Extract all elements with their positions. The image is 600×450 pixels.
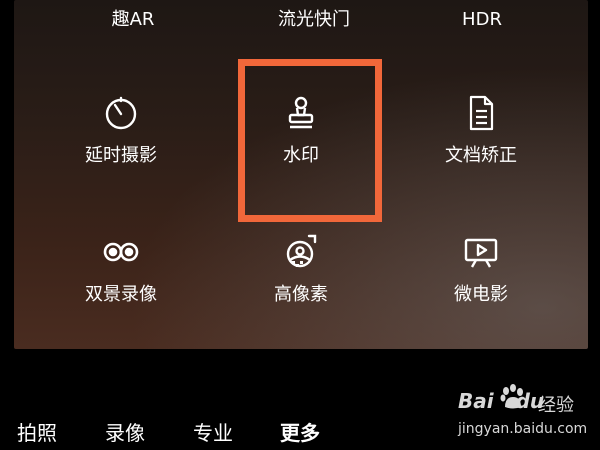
watermark-url: jingyan.baidu.com xyxy=(458,421,588,437)
micro-movie-icon xyxy=(462,233,500,271)
mode-time-lapse[interactable]: 延时摄影 xyxy=(36,94,206,204)
baidu-paw-icon xyxy=(498,383,526,411)
mode-ar-fun[interactable]: 趣AR xyxy=(53,8,213,32)
mode-tab-more[interactable]: 更多 xyxy=(280,418,320,448)
mode-document-correction-label: 文档矫正 xyxy=(445,145,517,166)
mode-micro-movie[interactable]: 微电影 xyxy=(396,233,566,343)
timer-icon xyxy=(102,94,140,132)
dual-view-icon xyxy=(102,233,140,271)
mode-tab-photo[interactable]: 拍照 xyxy=(17,418,57,448)
mode-dual-view-label: 双景录像 xyxy=(85,284,157,305)
mode-tab-pro[interactable]: 专业 xyxy=(193,418,233,448)
mode-document-correction[interactable]: 文档矫正 xyxy=(396,94,566,204)
high-pixel-icon xyxy=(282,233,320,271)
baidu-jingyan-watermark: Bai du 经验 jingyan.baidu.com xyxy=(458,383,596,445)
mode-time-lapse-label: 延时摄影 xyxy=(85,145,157,166)
mode-high-pixel[interactable]: 高像素 xyxy=(216,233,386,343)
watermark-cn: 经验 xyxy=(538,395,574,416)
mode-tab-video[interactable]: 录像 xyxy=(105,418,145,448)
document-icon xyxy=(462,94,500,132)
mode-high-pixel-label: 高像素 xyxy=(274,284,328,305)
mode-micro-movie-label: 微电影 xyxy=(454,284,508,305)
mode-light-painting[interactable]: 流光快门 xyxy=(234,8,394,32)
mode-hdr[interactable]: HDR xyxy=(402,8,562,32)
mode-dual-view[interactable]: 双景录像 xyxy=(36,233,206,343)
watermark-highlight-box xyxy=(238,59,382,222)
